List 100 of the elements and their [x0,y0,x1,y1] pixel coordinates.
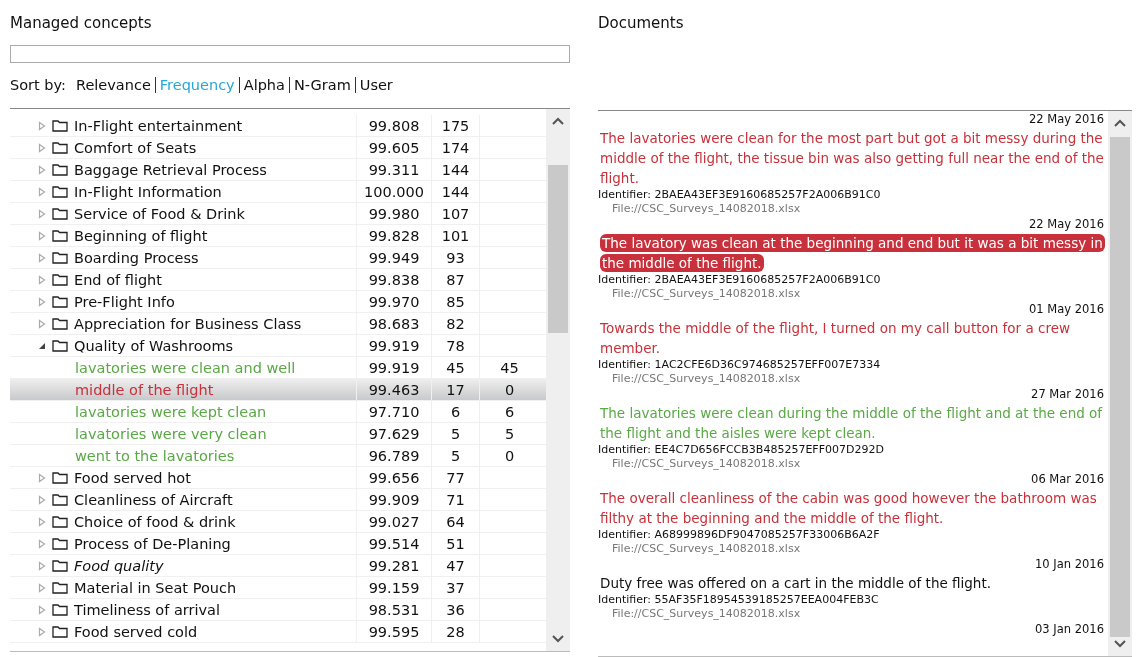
tree-row[interactable]: Service of Food & Drink 99.980 107 [10,203,546,225]
expand-triangle-icon[interactable] [38,230,46,241]
caret-down-icon[interactable] [552,635,564,643]
sort-label: Sort by: [10,77,67,93]
expand-triangle-icon[interactable] [38,186,46,197]
tree-row[interactable]: went to the lavatories 96.789 5 0 [10,445,546,467]
concept-label: Food served hot [74,469,191,486]
count-cell: 17 [446,381,465,398]
expand-triangle-icon[interactable] [38,604,46,615]
tree-row[interactable]: Baggage Retrieval Process 99.311 144 [10,159,546,181]
tree-row[interactable]: Food served cold 99.595 28 [10,621,546,643]
expand-triangle-icon[interactable] [38,472,46,483]
document-identifier: Identifier: 2BAEA43EF3E9160685257F2A006B91C0 [598,188,882,202]
tree-row[interactable]: Choice of food & drink 99.027 64 [10,511,546,533]
score-cell: 96.789 [368,447,420,464]
folder-icon [52,119,68,132]
tree-row[interactable]: End of flight 99.838 87 [10,269,546,291]
tree-row[interactable]: Beginning of flight 99.828 101 [10,225,546,247]
expand-triangle-icon[interactable] [38,494,46,505]
document-identifier: Identifier: 2BAEA43EF3E9160685257F2A006B91C0 [598,273,882,287]
file-path: File://CSC_Surveys_14082018.xlsx [611,287,802,301]
concept-label: Choice of food & drink [74,513,236,530]
scrollbar[interactable] [1108,111,1132,656]
tree-row[interactable]: middle of the flight 99.463 17 0 [10,379,546,401]
expand-triangle-icon[interactable] [38,318,46,329]
concept-label: Pre-Flight Info [74,293,175,310]
expand-triangle-icon[interactable] [38,252,46,263]
score-cell: 99.027 [368,513,420,530]
count-cell: 6 [450,403,461,420]
document-date: 03 Jan 2016 [1034,622,1104,638]
concept-label: Baggage Retrieval Process [74,161,267,178]
expand-triangle-icon[interactable] [38,208,46,219]
expand-triangle-icon[interactable] [38,274,46,285]
tree-row[interactable]: Food quality 99.281 47 [10,555,546,577]
expand-triangle-icon[interactable] [38,626,46,637]
tree-row[interactable]: In-Flight Information 100.000 144 [10,181,546,203]
caret-down-icon[interactable] [1114,640,1126,648]
sort-option[interactable]: Relevance [71,77,155,93]
folder-icon [52,515,68,528]
concept-label: Timeliness of arrival [74,601,221,618]
document-date: 22 May 2016 [1028,112,1104,128]
tree-row[interactable]: Material in Seat Pouch 99.159 37 [10,577,546,599]
count-cell: 6 [504,403,515,420]
search-field[interactable] [10,45,570,63]
tree-row[interactable]: Pre-Flight Info 99.970 85 [10,291,546,313]
document-date: 01 May 2016 [1028,302,1104,318]
document-text[interactable]: Duty free was offered on a cart in the middle of the flight. [598,573,1104,593]
tree-row[interactable]: Comfort of Seats 99.605 174 [10,137,546,159]
folder-icon [52,273,68,286]
tree-row[interactable]: lavatories were very clean 97.629 5 5 [10,423,546,445]
document-text[interactable]: The lavatories were clean for the most part but got a bit messy during the middle of the flight, the tissue bin was also getting full near the end of the flight. [598,128,1104,188]
score-cell: 99.514 [368,535,420,552]
score-cell: 98.531 [368,601,420,618]
document-identifier: Identifier: EE4C7D656FCCB3B485257EFF007D292D [598,443,885,457]
concept-label: Appreciation for Business Class [74,315,302,332]
caret-up-icon[interactable] [552,117,564,125]
folder-icon [52,141,68,154]
folder-icon [52,185,68,198]
scrollbar-thumb[interactable] [548,165,568,333]
tree-row[interactable]: Timeliness of arrival 98.531 36 [10,599,546,621]
score-cell: 99.463 [368,381,420,398]
folder-icon [52,603,68,616]
tree-row[interactable]: lavatories were kept clean 97.710 6 6 [10,401,546,423]
concept-label: Food served cold [74,623,198,640]
scrollbar-thumb[interactable] [1110,137,1130,637]
expand-triangle-icon[interactable] [38,142,46,153]
expand-triangle-icon[interactable] [38,582,46,593]
tree-row[interactable]: Process of De-Planing 99.514 51 [10,533,546,555]
folder-icon [52,559,68,572]
sort-option[interactable]: Alpha [239,77,289,93]
expand-triangle-icon[interactable] [38,516,46,527]
expand-triangle-icon[interactable] [38,120,46,131]
folder-icon [52,339,68,352]
expand-triangle-icon[interactable] [38,538,46,549]
concept-label: Comfort of Seats [74,139,197,156]
expand-triangle-icon[interactable] [38,164,46,175]
sort-option[interactable]: N-Gram [289,77,355,93]
highlighted-document-text[interactable]: The lavatory was clean at the beginning and end but it was a bit messy in the middle of the flight. [598,233,1104,273]
phrase-label: lavatories were kept clean [75,403,267,420]
scrollbar[interactable] [546,109,570,651]
tree-row[interactable]: Quality of Washrooms 99.919 78 [10,335,546,357]
caret-up-icon[interactable] [1114,119,1126,127]
phrase-label: went to the lavatories [75,447,235,464]
tree-row[interactable]: Boarding Process 99.949 93 [10,247,546,269]
expand-triangle-icon[interactable] [38,560,46,571]
document-text[interactable]: The overall cleanliness of the cabin was good however the bathroom was filthy at the beginning and the middle of the flight. [598,488,1104,528]
collapse-triangle-icon[interactable] [38,341,46,350]
sort-option[interactable]: User [355,77,397,93]
expand-triangle-icon[interactable] [38,296,46,307]
count-cell: 64 [446,513,465,530]
tree-row[interactable]: Cleanliness of Aircraft 99.909 71 [10,489,546,511]
score-cell: 99.808 [368,117,420,134]
tree-row[interactable]: In-Flight entertainment 99.808 175 [10,115,546,137]
folder-icon [52,581,68,594]
folder-icon [52,625,68,638]
document-text[interactable]: Towards the middle of the flight, I turned on my call button for a crew member. [598,318,1104,358]
file-path: File://CSC_Surveys_14082018.xlsx [611,607,802,621]
tree-row[interactable]: Appreciation for Business Class 98.683 82 [10,313,546,335]
count-cell: 144 [441,161,470,178]
tree-row[interactable]: Food served hot 99.656 77 [10,467,546,489]
